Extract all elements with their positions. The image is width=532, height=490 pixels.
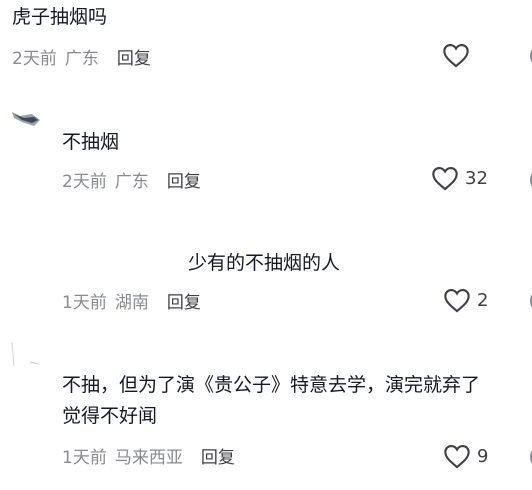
avatar[interactable] bbox=[8, 340, 42, 368]
comment-location: 广东 bbox=[114, 172, 149, 192]
comment-meta: 2天前 广东 回复 bbox=[12, 44, 151, 69]
comment-location: 广东 bbox=[64, 49, 99, 69]
heart-outline-icon bbox=[444, 289, 470, 313]
reply-button[interactable]: 回复 bbox=[167, 167, 201, 192]
reply-button[interactable]: 回复 bbox=[117, 44, 151, 69]
comment-date: 2天前 bbox=[12, 49, 57, 69]
comment-meta: 2天前 广东 回复 bbox=[62, 167, 201, 192]
comment-meta: 1天前 马来西亚 回复 bbox=[62, 443, 235, 468]
comment-location: 马来西亚 bbox=[114, 448, 183, 468]
comment-meta: 1天前 湖南 回复 bbox=[62, 288, 201, 313]
comment-text: 少有的不抽烟的人 bbox=[188, 252, 341, 274]
reply-button[interactable]: 回复 bbox=[201, 443, 235, 468]
comment-text-line-2: 觉得不好闻 bbox=[62, 405, 158, 427]
like-button[interactable]: 9 bbox=[443, 443, 488, 469]
like-count: 32 bbox=[465, 167, 488, 189]
like-count: 2 bbox=[477, 289, 489, 311]
comment-text-line-1: 不抽，但为了演《贵公子》特意去学，演完就弃了 bbox=[62, 374, 481, 396]
avatar-image bbox=[12, 112, 40, 126]
heart-outline-icon bbox=[444, 445, 470, 469]
like-button[interactable] bbox=[442, 42, 470, 68]
like-button[interactable]: 2 bbox=[443, 287, 488, 313]
like-count: 9 bbox=[477, 445, 489, 467]
comment-date: 1天前 bbox=[62, 448, 107, 468]
like-button[interactable]: 32 bbox=[431, 165, 488, 191]
heart-outline-icon bbox=[443, 44, 469, 68]
comment-text: 不抽烟 bbox=[62, 131, 120, 153]
reply-button[interactable]: 回复 bbox=[167, 288, 201, 313]
heart-outline-icon bbox=[432, 167, 458, 191]
avatar-image bbox=[11, 341, 39, 367]
comment-date: 1天前 bbox=[62, 293, 107, 313]
comment-date: 2天前 bbox=[62, 172, 107, 192]
avatar[interactable] bbox=[10, 108, 42, 130]
comment-location: 湖南 bbox=[114, 293, 149, 313]
comment-text: 虎子抽烟吗 bbox=[12, 6, 108, 28]
